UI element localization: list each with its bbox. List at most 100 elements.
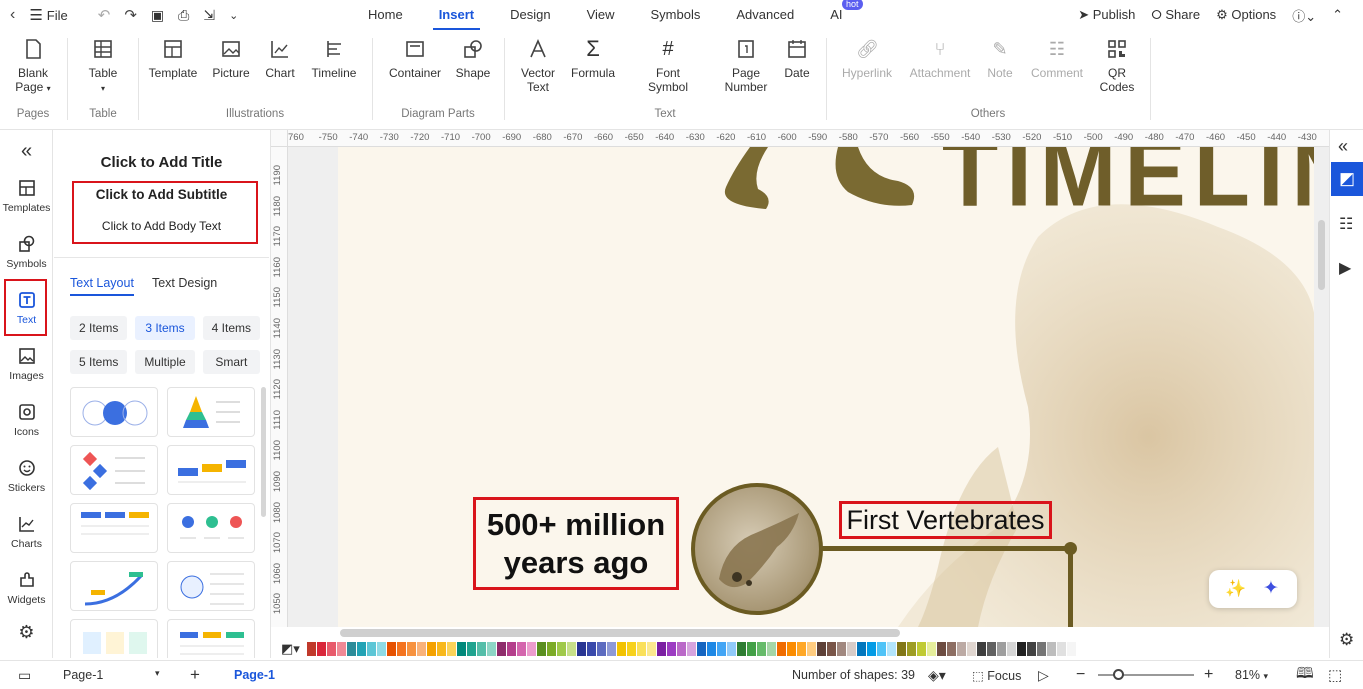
font-symbol-button[interactable]: # Font Symbol (633, 38, 703, 94)
color-swatch[interactable] (457, 642, 466, 656)
color-swatch[interactable] (1067, 642, 1076, 656)
formula-button[interactable]: Σ Formula (569, 38, 617, 81)
help-icon[interactable]: ⓘ⌄ (1292, 6, 1316, 25)
play-icon[interactable]: ▷ (1038, 667, 1049, 684)
tab-advanced[interactable]: Advanced (718, 0, 812, 30)
color-swatch[interactable] (357, 642, 366, 656)
color-swatch[interactable] (337, 642, 346, 656)
color-swatch[interactable] (757, 642, 766, 656)
color-swatch[interactable] (417, 642, 426, 656)
color-swatch[interactable] (627, 642, 636, 656)
color-swatch[interactable] (587, 642, 596, 656)
page-layout-icon[interactable]: ▭ (18, 667, 31, 684)
add-page-button[interactable]: + (190, 665, 200, 685)
layout-thumbnail[interactable] (167, 619, 255, 658)
color-swatch[interactable] (1027, 642, 1036, 656)
settings-button[interactable]: ⚙ (0, 622, 53, 643)
color-swatch[interactable] (617, 642, 626, 656)
layers-icon[interactable]: ◈▾ (928, 667, 946, 684)
format-paint-button[interactable]: ◩ (1331, 162, 1363, 196)
color-swatch[interactable] (467, 642, 476, 656)
print-icon[interactable]: ⎙ (178, 7, 189, 24)
page-number-button[interactable]: Page Number (711, 38, 781, 94)
layout-thumbnail[interactable] (167, 387, 255, 437)
color-swatch[interactable] (667, 642, 676, 656)
layout-thumbnail[interactable] (167, 445, 255, 495)
color-swatch[interactable] (517, 642, 526, 656)
color-swatch[interactable] (317, 642, 326, 656)
color-swatch[interactable] (327, 642, 336, 656)
sidebar-item-templates[interactable]: Templates (0, 178, 53, 214)
hyperlink-button[interactable]: 🔗︎ Hyperlink (839, 38, 895, 80)
chip-4-items[interactable]: 4 Items (202, 316, 260, 340)
zoom-level[interactable]: 81% ▾ (1235, 668, 1268, 682)
layout-thumbnail[interactable] (70, 503, 158, 553)
color-swatch[interactable] (397, 642, 406, 656)
color-swatch[interactable] (577, 642, 586, 656)
export-icon[interactable]: ⇲ (203, 7, 215, 24)
color-swatch[interactable] (487, 642, 496, 656)
color-swatch[interactable] (927, 642, 936, 656)
color-swatch[interactable] (967, 642, 976, 656)
color-swatch[interactable] (867, 642, 876, 656)
color-swatch[interactable] (827, 642, 836, 656)
color-swatch[interactable] (737, 642, 746, 656)
more-icon[interactable]: ⌄ (229, 9, 238, 22)
color-swatch[interactable] (777, 642, 786, 656)
color-swatch[interactable] (887, 642, 896, 656)
color-swatch[interactable] (957, 642, 966, 656)
color-swatch[interactable] (547, 642, 556, 656)
color-swatch[interactable] (787, 642, 796, 656)
zoom-out-button[interactable]: − (1076, 666, 1085, 684)
color-swatch[interactable] (947, 642, 956, 656)
tab-symbols[interactable]: Symbols (633, 0, 719, 30)
page-select[interactable]: Page-1 ▾ (63, 668, 163, 682)
color-swatch[interactable] (427, 642, 436, 656)
tab-text-layout[interactable]: Text Layout (70, 276, 134, 296)
color-swatch[interactable] (1007, 642, 1016, 656)
chip-multiple[interactable]: Multiple (135, 350, 195, 374)
color-swatch[interactable] (917, 642, 926, 656)
timeline-button[interactable]: Timeline (309, 38, 359, 80)
color-swatch[interactable] (797, 642, 806, 656)
table-button[interactable]: Table ▾ (86, 38, 120, 96)
fill-bucket-icon[interactable]: ◩▾ (281, 641, 300, 657)
color-swatch[interactable] (447, 642, 456, 656)
chip-2-items[interactable]: 2 Items (70, 316, 128, 340)
fit-page-icon[interactable]: ⬚ (1328, 666, 1342, 684)
color-swatch[interactable] (687, 642, 696, 656)
blank-page-button[interactable]: Blank Page ▾ (12, 38, 54, 96)
color-swatch[interactable] (567, 642, 576, 656)
sidebar-item-widgets[interactable]: Widgets (0, 570, 53, 606)
color-swatch[interactable] (747, 642, 756, 656)
color-swatch[interactable] (1037, 642, 1046, 656)
fossil-image-circle[interactable] (691, 483, 823, 615)
tab-text-design[interactable]: Text Design (152, 276, 217, 296)
date-button[interactable]: Date (783, 38, 811, 80)
color-swatch[interactable] (407, 642, 416, 656)
undo-icon[interactable]: ↶ (98, 6, 111, 24)
color-swatch[interactable] (377, 642, 386, 656)
color-swatch[interactable] (307, 642, 316, 656)
color-swatch[interactable] (997, 642, 1006, 656)
color-swatch[interactable] (677, 642, 686, 656)
event-label-box[interactable]: First Vertebrates (839, 501, 1052, 539)
ai-sparkle-icon[interactable]: ✦ (1263, 577, 1279, 600)
redo-icon[interactable]: ↷ (124, 6, 137, 24)
color-swatch[interactable] (767, 642, 776, 656)
horizontal-scrollbar[interactable] (340, 629, 900, 637)
comment-button[interactable]: ☷ Comment (1029, 38, 1085, 80)
color-swatch[interactable] (847, 642, 856, 656)
color-swatch[interactable] (937, 642, 946, 656)
tab-ai[interactable]: AI hot (812, 0, 863, 30)
zoom-slider[interactable] (1098, 669, 1194, 680)
color-swatch[interactable] (607, 642, 616, 656)
sidebar-item-stickers[interactable]: Stickers (0, 458, 53, 494)
sidebar-item-charts[interactable]: Charts (0, 514, 53, 550)
panel-scrollbar[interactable] (261, 387, 266, 517)
vertical-scrollbar[interactable] (1318, 220, 1325, 290)
timeline-node[interactable] (1064, 542, 1077, 555)
color-swatch[interactable] (387, 642, 396, 656)
color-swatch[interactable] (597, 642, 606, 656)
layout-thumbnail[interactable] (167, 503, 255, 553)
